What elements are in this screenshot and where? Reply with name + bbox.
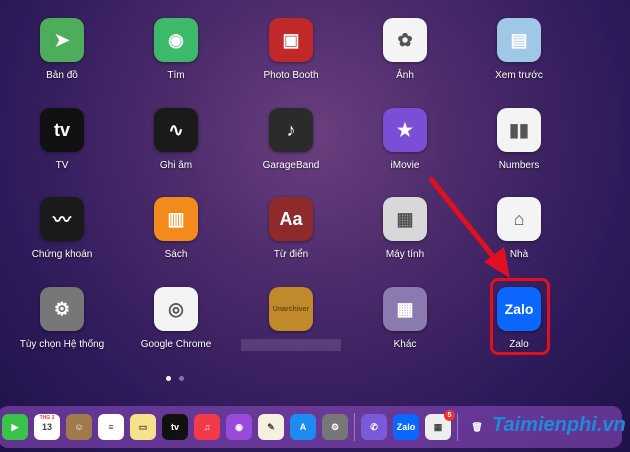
dock-music-icon[interactable]: ♫ xyxy=(194,414,220,440)
dock-glyph: tv xyxy=(170,422,179,432)
dock-glyph: Zalo xyxy=(396,422,416,432)
dock-glyph: 🗑 xyxy=(471,421,483,432)
dock-podcasts-icon[interactable]: ◉ xyxy=(226,414,252,440)
dock-glyph: ▶ xyxy=(11,421,19,432)
dock-viber-icon[interactable]: ✆ xyxy=(361,414,387,440)
dock-app-store-icon[interactable]: A xyxy=(290,414,316,440)
dock-glyph: ◉ xyxy=(235,421,243,432)
dock-separator xyxy=(457,413,458,441)
notification-badge: 5 xyxy=(444,410,455,421)
dock-glyph: 13 xyxy=(41,422,52,432)
dock-glyph: ⚙ xyxy=(330,421,340,432)
dock-glyph: ✎ xyxy=(267,421,275,432)
dock-pages-icon[interactable]: ✎ xyxy=(258,414,284,440)
dock-glyph: ▦ xyxy=(433,421,443,432)
dock-glyph: A xyxy=(299,422,307,432)
dock-contacts-icon[interactable]: ☺ xyxy=(66,414,92,440)
dock-reminders-icon[interactable]: ≡ xyxy=(98,414,124,440)
dock-glyph: ♫ xyxy=(203,422,211,432)
watermark: Taimienphi.vn xyxy=(492,414,626,436)
dock-facetime-icon[interactable]: ▶ xyxy=(2,414,28,440)
dock-calendar-icon[interactable]: 13 THG 3 xyxy=(34,414,60,440)
dock-microsoft-installer-icon[interactable]: ▦ 5 xyxy=(425,410,455,440)
calendar-month: THG 3 xyxy=(39,415,55,421)
dock-system-preferences-icon[interactable]: ⚙ xyxy=(322,414,348,440)
arrow-annotation xyxy=(428,176,510,278)
dock-apple-tv-icon[interactable]: tv xyxy=(162,414,188,440)
dock-zalo-icon[interactable]: Zalo xyxy=(393,414,419,440)
dock-glyph: ≡ xyxy=(108,422,114,432)
dock-glyph: ✆ xyxy=(370,421,378,432)
dock-glyph: ▭ xyxy=(138,421,148,432)
dock-separator xyxy=(354,413,355,441)
dock-trash-icon[interactable]: 🗑 xyxy=(464,414,490,440)
dock-notes-icon[interactable]: ▭ xyxy=(130,414,156,440)
dock-glyph: ☺ xyxy=(74,422,84,432)
